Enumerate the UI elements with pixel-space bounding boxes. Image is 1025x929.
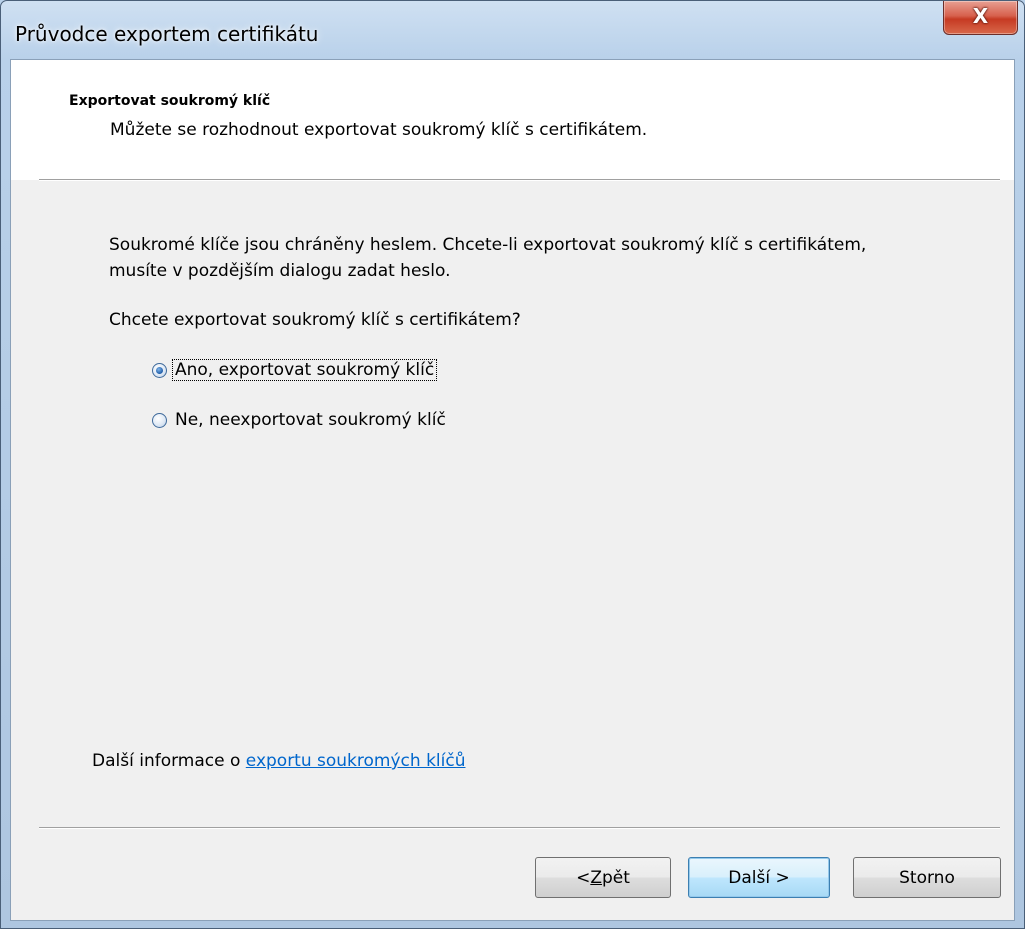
back-button[interactable]: < Zpět xyxy=(535,857,671,898)
description-text: Soukromé klíče jsou chráněny heslem. Chc… xyxy=(109,235,867,281)
header-panel: Exportovat soukromý klíč Můžete se rozho… xyxy=(11,60,1014,180)
radio-export-no-label[interactable]: Ne, neexportovat soukromý klíč xyxy=(173,410,448,430)
wizard-content: Exportovat soukromý klíč Můžete se rozho… xyxy=(10,59,1015,921)
back-button-prefix: < xyxy=(576,867,591,888)
close-button[interactable]: X xyxy=(943,1,1018,35)
question-text: Chcete exportovat soukromý klíč s certif… xyxy=(109,310,521,330)
back-button-mnemonic: Z xyxy=(590,867,602,888)
radio-selected-icon[interactable] xyxy=(152,362,167,378)
cancel-button[interactable]: Storno xyxy=(853,857,1001,898)
header-divider xyxy=(39,179,1000,181)
radio-unselected-icon[interactable] xyxy=(152,412,167,428)
wizard-window: Průvodce exportem certifikátu X Exportov… xyxy=(0,0,1025,929)
radio-export-yes[interactable]: Ano, exportovat soukromý klíč xyxy=(152,357,438,383)
more-info-prefix: Další informace o xyxy=(92,751,246,771)
more-info-text: Další informace o exportu soukromých klí… xyxy=(92,748,465,774)
radio-export-no[interactable]: Ne, neexportovat soukromý klíč xyxy=(152,407,448,433)
window-title: Průvodce exportem certifikátu xyxy=(15,22,319,46)
title-bar[interactable]: Průvodce exportem certifikátu X xyxy=(1,1,1024,59)
footer-divider xyxy=(39,827,1000,829)
page-title: Exportovat soukromý klíč xyxy=(69,93,271,109)
more-info-link[interactable]: exportu soukromých klíčů xyxy=(246,751,466,771)
page-subtitle: Můžete se rozhodnout exportovat soukromý… xyxy=(110,120,648,140)
radio-export-yes-label[interactable]: Ano, exportovat soukromý klíč xyxy=(171,359,438,381)
close-icon: X xyxy=(972,4,989,28)
back-button-rest: pět xyxy=(601,867,630,888)
next-button[interactable]: Další > xyxy=(688,857,830,898)
